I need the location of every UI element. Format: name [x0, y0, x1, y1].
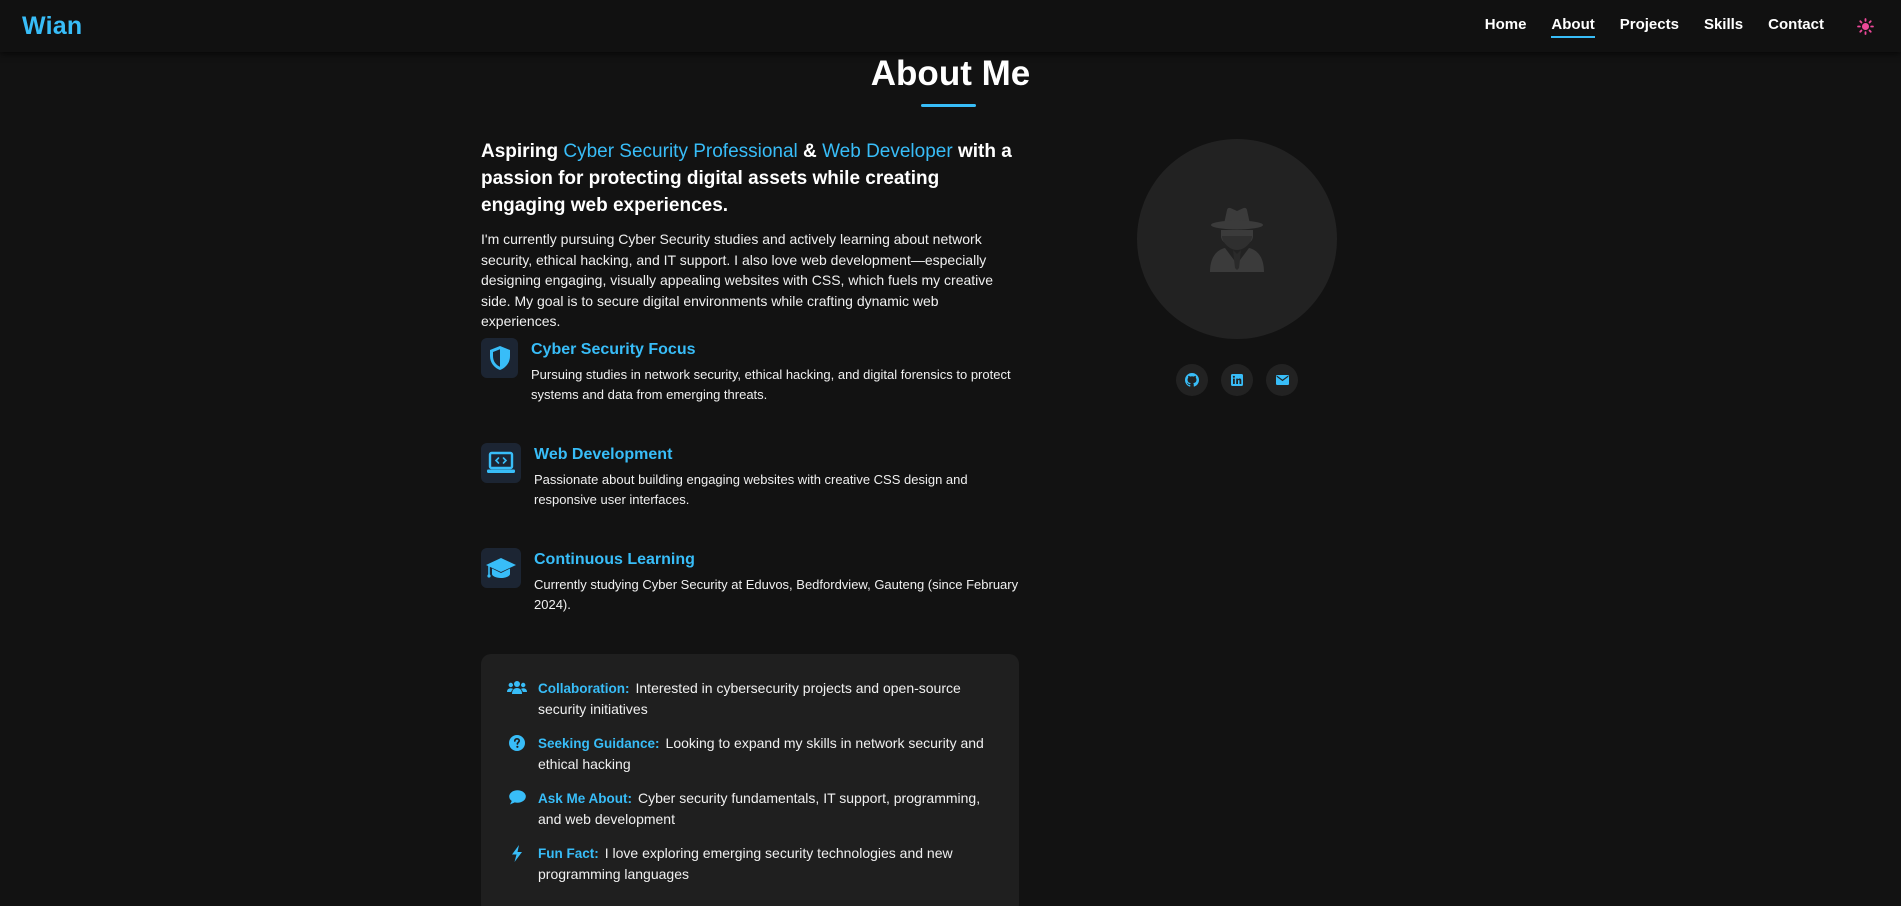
feature-description: Currently studying Cyber Security at Edu… [534, 577, 1019, 612]
about-intro: I'm currently pursuing Cyber Security st… [481, 231, 994, 329]
feature-description: Pursuing studies in network security, et… [531, 367, 1011, 402]
linkedin-icon [1231, 374, 1243, 386]
info-value: I love exploring emerging security techn… [538, 845, 953, 882]
feature-cyber-security: Cyber Security Focus Pursuing studies in… [481, 338, 1026, 405]
feature-title: Cyber Security Focus [531, 341, 696, 358]
github-link[interactable] [1176, 364, 1208, 396]
site-logo[interactable]: Wian [22, 12, 82, 41]
theme-toggle-button[interactable] [1855, 16, 1875, 36]
nav-link-projects[interactable]: Projects [1620, 16, 1679, 37]
feature-description: Passionate about building engaging websi… [534, 472, 968, 507]
nav-link-home[interactable]: Home [1485, 16, 1527, 37]
about-text: Aspiring Cyber Security Professional & W… [481, 138, 1021, 332]
bolt-icon [512, 845, 522, 862]
info-label: Collaboration: [538, 681, 630, 696]
question-circle-icon [509, 735, 525, 751]
feature-title: Web Development [534, 446, 673, 463]
envelope-icon [1275, 375, 1289, 385]
info-item-ask-me-about: Ask Me About: Cyber security fundamentals… [506, 788, 993, 830]
avatar [1137, 139, 1337, 339]
sun-icon [1856, 17, 1874, 35]
feature-icon-box [481, 338, 518, 378]
feature-web-development: Web Development Passionate about buildin… [481, 443, 1029, 510]
laptop-code-icon [487, 451, 515, 473]
about-headline: Aspiring Cyber Security Professional & W… [481, 138, 1021, 219]
info-label: Seeking Guidance: [538, 736, 660, 751]
section-title: About Me [870, 54, 1031, 93]
info-label: Fun Fact: [538, 846, 599, 861]
email-link[interactable] [1266, 364, 1298, 396]
graduation-cap-icon [486, 558, 516, 578]
navbar: Wian Home About Projects Skills Contact [0, 0, 1901, 52]
feature-icon-box [481, 548, 521, 588]
nav-link-contact[interactable]: Contact [1768, 16, 1824, 37]
nav-link-about[interactable]: About [1551, 16, 1596, 38]
headline-text-2: & [797, 141, 823, 162]
nav-links: Home About Projects Skills Contact [1485, 16, 1879, 38]
info-item-collaboration: Collaboration: Interested in cybersecurit… [506, 678, 993, 720]
headline-highlight-cyber: Cyber Security Professional [563, 141, 798, 162]
info-card: Collaboration: Interested in cybersecurit… [481, 654, 1019, 906]
info-item-seeking-guidance: Seeking Guidance: Looking to expand my sk… [506, 733, 993, 775]
feature-icon-box [481, 443, 521, 483]
comment-icon [508, 790, 526, 805]
social-links [1176, 364, 1298, 396]
nav-link-skills[interactable]: Skills [1704, 16, 1743, 37]
feature-continuous-learning: Continuous Learning Currently studying C… [481, 548, 1029, 615]
info-item-fun-fact: Fun Fact: I love exploring emerging secur… [506, 843, 993, 885]
github-icon [1185, 373, 1199, 387]
title-underline [921, 104, 976, 107]
user-secret-icon [1210, 207, 1264, 272]
headline-text-1: Aspiring [481, 141, 564, 162]
feature-title: Continuous Learning [534, 551, 695, 568]
linkedin-link[interactable] [1221, 364, 1253, 396]
info-label: Ask Me About: [538, 791, 632, 806]
headline-highlight-web: Web Developer [822, 141, 953, 162]
users-icon [507, 681, 527, 694]
shield-icon [489, 346, 510, 370]
